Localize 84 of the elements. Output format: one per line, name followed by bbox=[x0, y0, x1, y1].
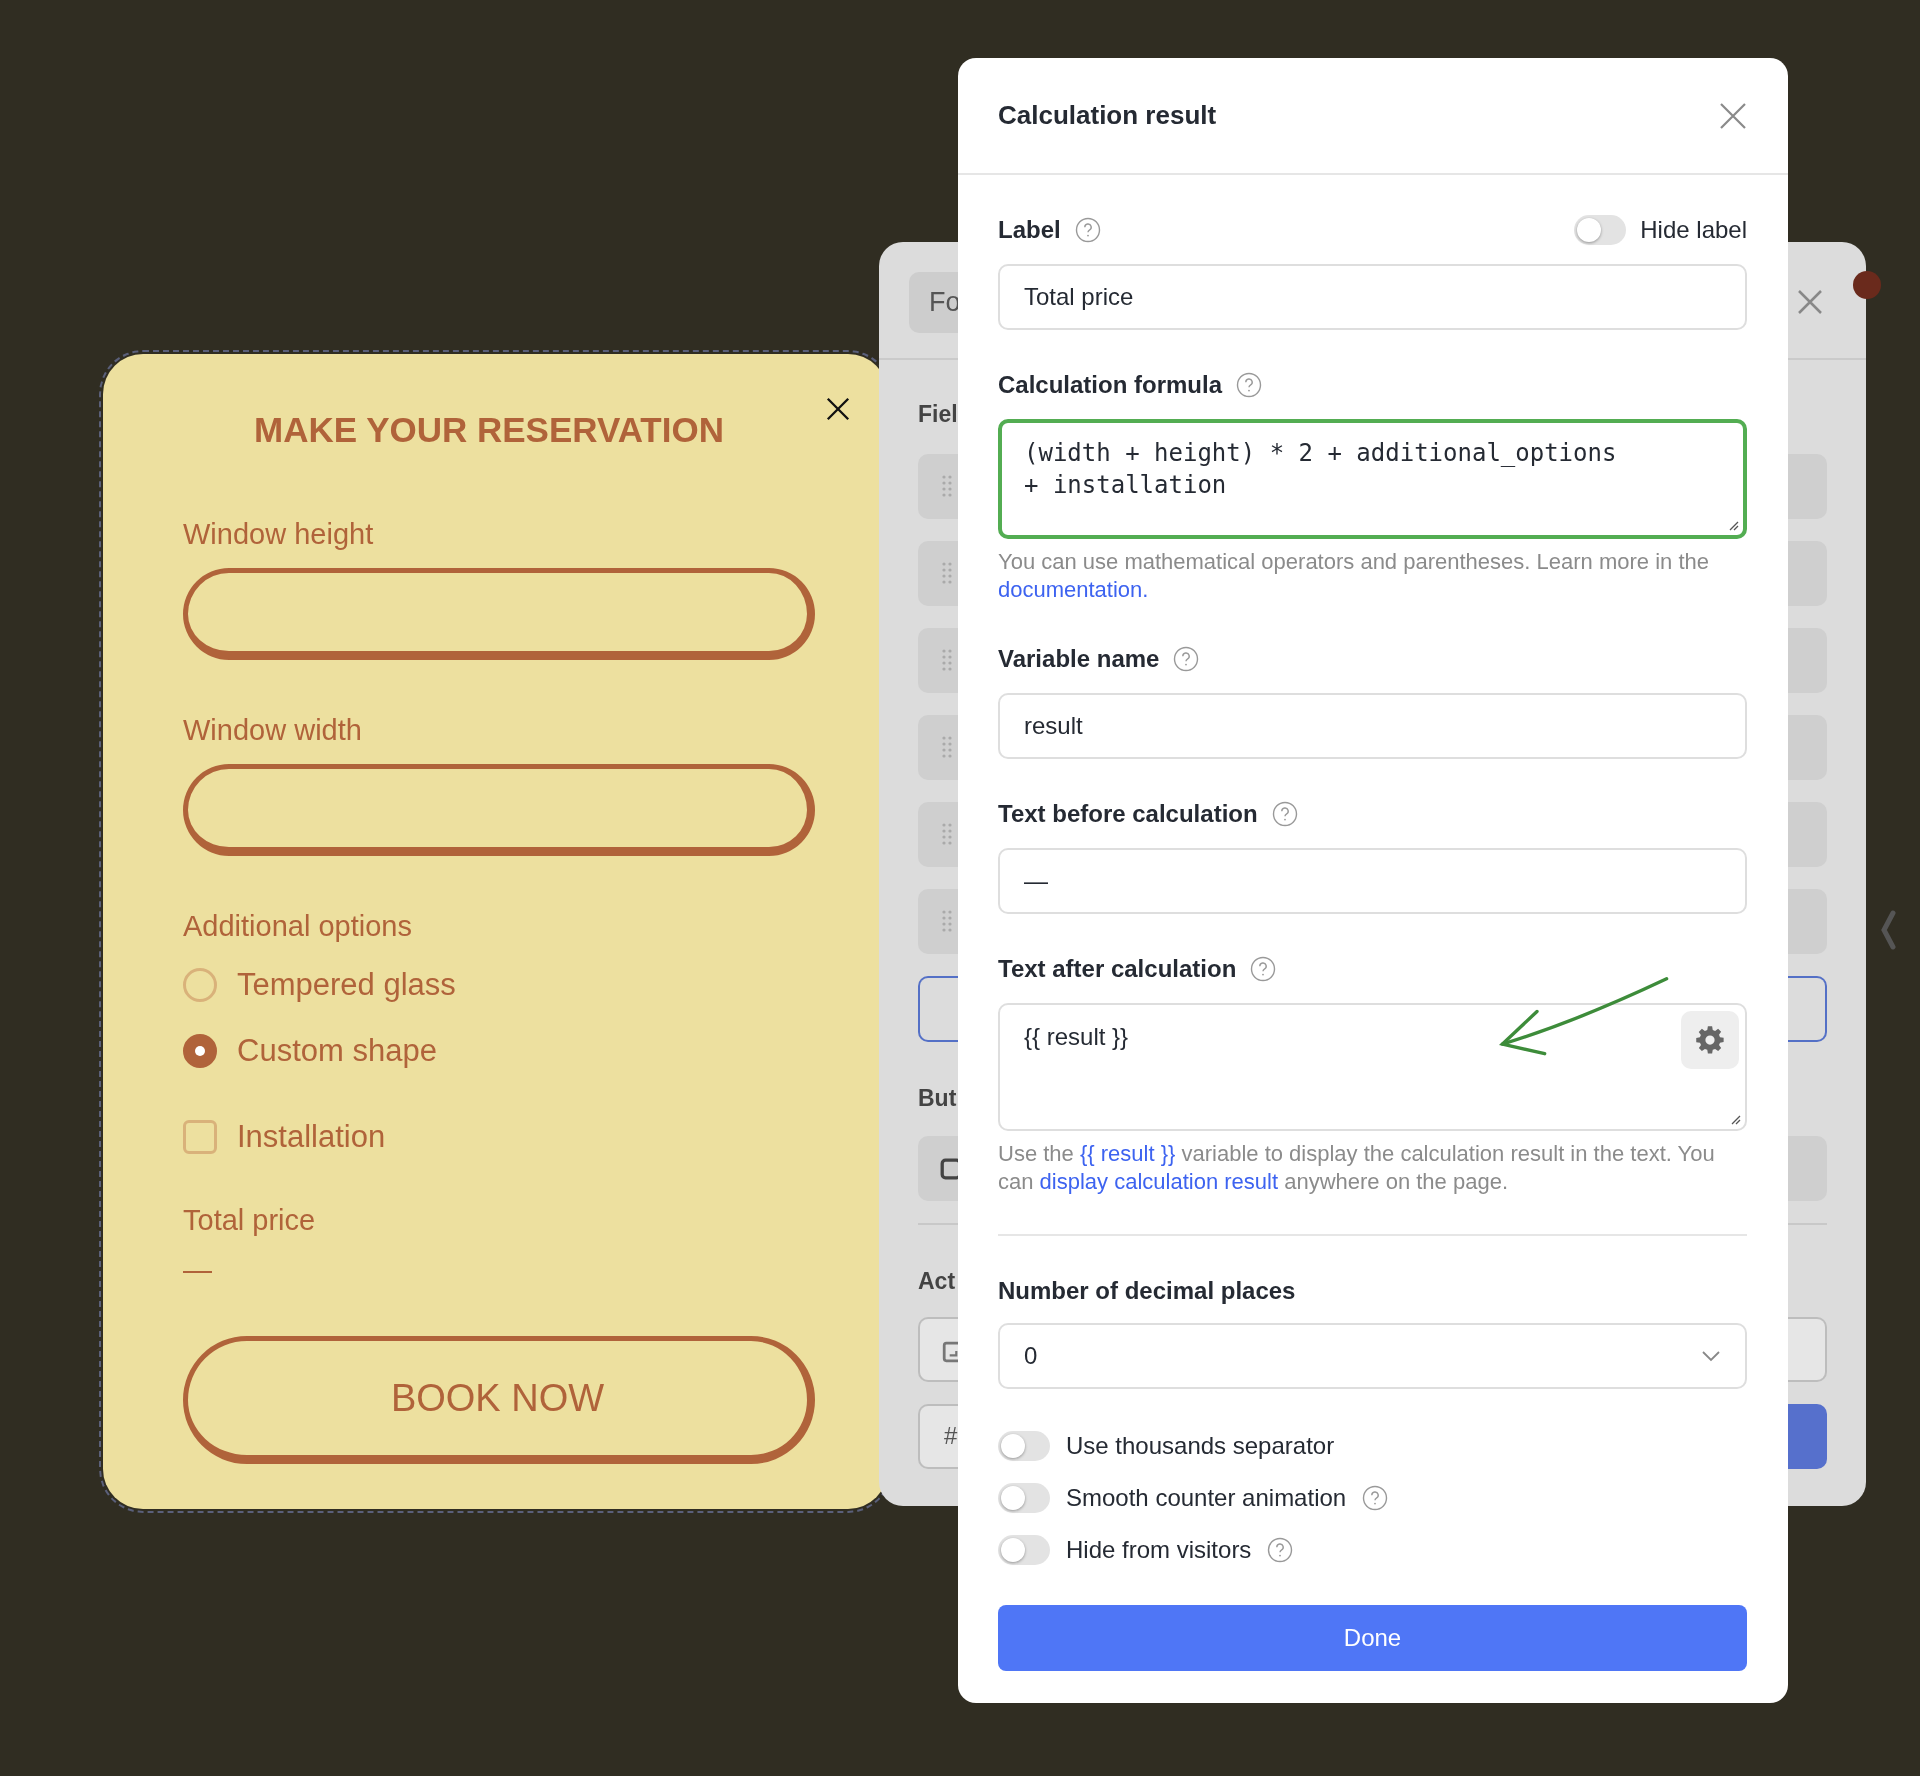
field-row[interactable] bbox=[918, 454, 958, 519]
toggle-switch[interactable] bbox=[998, 1430, 1050, 1461]
field-label: Variable name bbox=[998, 645, 1160, 673]
option-label: Tempered glass bbox=[237, 967, 456, 1003]
field-label: Label bbox=[998, 216, 1061, 244]
toggle-label: Smooth counter animation bbox=[1066, 1483, 1347, 1512]
radio-button[interactable] bbox=[183, 1034, 217, 1068]
toggle-switch[interactable] bbox=[998, 1534, 1050, 1565]
chevron-icon[interactable] bbox=[1880, 908, 1896, 952]
gear-icon bbox=[1695, 1025, 1725, 1055]
drag-handle-icon[interactable] bbox=[942, 909, 952, 933]
field-label: Number of decimal places bbox=[998, 1277, 1296, 1305]
field-row[interactable] bbox=[918, 889, 958, 954]
field-label: Calculation formula bbox=[998, 371, 1223, 399]
button-row[interactable] bbox=[918, 1136, 958, 1201]
field-label: Text after calculation bbox=[998, 955, 1237, 983]
help-icon[interactable] bbox=[1236, 372, 1263, 398]
input-field[interactable] bbox=[183, 764, 815, 856]
close-icon[interactable] bbox=[825, 396, 851, 422]
link[interactable]: documentation. bbox=[998, 577, 1149, 602]
link[interactable]: {{ result }} bbox=[1079, 1141, 1176, 1166]
input-field[interactable]: Total price bbox=[998, 264, 1747, 330]
total-label: Total price bbox=[183, 1203, 317, 1238]
toggle-switch[interactable] bbox=[998, 1482, 1050, 1513]
help-icon[interactable] bbox=[1267, 1536, 1294, 1563]
field-row[interactable] bbox=[1788, 715, 1827, 780]
input-field[interactable]: — bbox=[998, 848, 1747, 914]
option-label: Installation bbox=[237, 1119, 386, 1155]
help-icon[interactable] bbox=[1173, 646, 1200, 672]
dropdown[interactable]: 0 bbox=[998, 1323, 1747, 1389]
dialog-title: Calculation result bbox=[998, 100, 1217, 131]
field-row[interactable] bbox=[918, 628, 958, 693]
field-row[interactable] bbox=[1788, 628, 1827, 693]
drag-handle-icon[interactable] bbox=[942, 648, 952, 672]
toggle-label: Hide label bbox=[1640, 216, 1747, 244]
help-text: You can use mathematical operators and parentheses. Learn more in the documentation. bbox=[998, 548, 1710, 604]
field-label: Text before calculation bbox=[998, 800, 1258, 828]
drag-handle-icon[interactable] bbox=[942, 822, 952, 846]
checkbox[interactable] bbox=[183, 1120, 217, 1154]
input-field[interactable]: # bbox=[918, 1404, 958, 1469]
field-row[interactable] bbox=[1788, 541, 1827, 606]
apply-button[interactable] bbox=[1788, 1404, 1827, 1469]
section-label: Act bbox=[918, 1267, 957, 1296]
input-field[interactable]: result bbox=[998, 693, 1747, 759]
tab[interactable]: Fo bbox=[909, 272, 958, 333]
help-icon[interactable] bbox=[1074, 217, 1101, 243]
help-icon[interactable] bbox=[1271, 801, 1298, 827]
book-now-button[interactable]: BOOK NOW bbox=[183, 1336, 815, 1464]
section-label: But bbox=[918, 1084, 958, 1113]
radio-button[interactable] bbox=[183, 968, 217, 1002]
section-label: Fiel bbox=[918, 400, 958, 429]
drag-handle-icon[interactable] bbox=[942, 735, 952, 759]
field-row[interactable] bbox=[1788, 802, 1827, 867]
action-row[interactable] bbox=[1788, 1317, 1827, 1382]
field-row[interactable] bbox=[918, 715, 958, 780]
settings-button[interactable] bbox=[1681, 1011, 1739, 1069]
text-area[interactable]: {{ result }} bbox=[998, 1003, 1747, 1131]
resize-grip-icon[interactable] bbox=[1729, 1113, 1741, 1125]
resize-grip-icon[interactable] bbox=[1727, 519, 1739, 531]
help-text: Use the {{ result }} variable to display the calculation result in the text. You can display calculation result anywhere on the page. bbox=[998, 1140, 1716, 1196]
caret-icon bbox=[1701, 1350, 1721, 1362]
field-label: Window height bbox=[183, 517, 375, 552]
field-row[interactable] bbox=[1788, 454, 1827, 519]
action-row[interactable] bbox=[918, 1317, 958, 1382]
formula-field[interactable]: (width + height) * 2 + additional_options + installation bbox=[998, 419, 1747, 539]
toggle-switch[interactable] bbox=[1574, 215, 1627, 245]
total-value: — bbox=[183, 1253, 213, 1288]
toggle-label: Hide from visitors bbox=[1066, 1535, 1252, 1564]
field-row[interactable] bbox=[918, 541, 958, 606]
done-button[interactable]: Done bbox=[998, 1605, 1747, 1671]
form-title: MAKE YOUR RESERVATION bbox=[253, 410, 725, 450]
field-label: Window width bbox=[183, 713, 363, 748]
help-icon[interactable] bbox=[1250, 956, 1277, 982]
field-row[interactable] bbox=[1788, 889, 1827, 954]
input-field[interactable] bbox=[183, 568, 815, 660]
options-label: Additional options bbox=[183, 909, 413, 944]
drag-handle-icon[interactable] bbox=[942, 474, 952, 498]
drag-handle-icon[interactable] bbox=[942, 561, 952, 585]
help-icon[interactable] bbox=[1362, 1484, 1389, 1511]
link[interactable]: display calculation result bbox=[1039, 1169, 1279, 1194]
status-dot-icon bbox=[1852, 270, 1882, 300]
option-label: Custom shape bbox=[237, 1033, 437, 1069]
toggle-label: Use thousands separator bbox=[1066, 1431, 1335, 1460]
field-row[interactable] bbox=[918, 802, 958, 867]
